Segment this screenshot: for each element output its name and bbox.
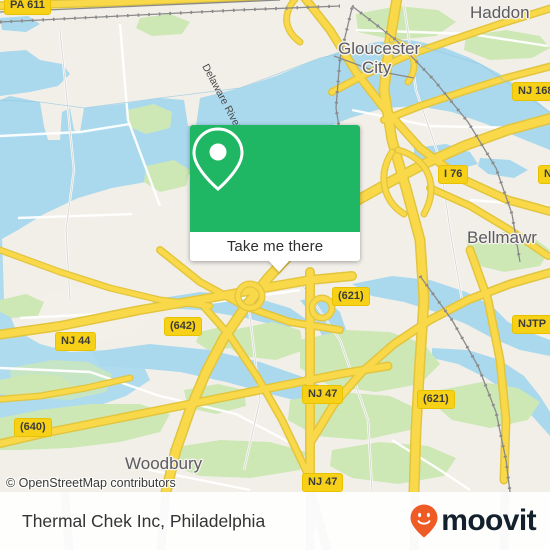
footer-bar: Thermal Chek Inc, Philadelphia moovit (0, 492, 550, 550)
location-title: Thermal Chek Inc, Philadelphia (22, 510, 266, 531)
take-me-there-label: Take me there (226, 238, 324, 255)
highway-shield-621-north: (621) (332, 287, 370, 306)
moovit-brand[interactable]: moovit (409, 503, 537, 539)
highway-shield-nj-168: NJ 168 (512, 82, 550, 101)
screenshot-root: Delaware River Haddon Gloucester City Be… (0, 0, 550, 550)
moovit-wordmark: moovit (441, 504, 536, 537)
map-attribution[interactable]: © OpenStreetMap contributors (6, 476, 176, 490)
highway-shield-nj-44: NJ 44 (55, 332, 97, 351)
footer-content: Thermal Chek Inc, Philadelphia moovit (0, 492, 550, 550)
highway-shield-621-south: (621) (417, 390, 455, 409)
location-popup-card[interactable]: Take me there (190, 125, 360, 272)
highway-shield-i-76: I 76 (438, 165, 469, 184)
map-canvas[interactable]: Delaware River Haddon Gloucester City Be… (0, 0, 550, 492)
highway-shield-nj-edge: NJ (538, 165, 550, 184)
highway-shield-nj-47-lower: NJ 47 (302, 473, 344, 492)
popup-pointer-tail (268, 260, 290, 272)
highway-shield-pa-611: PA 611 (4, 0, 51, 15)
highway-shield-642: (642) (164, 317, 202, 336)
highway-shield-nj-47-upper: NJ 47 (302, 385, 344, 404)
popup-header (190, 125, 360, 232)
moovit-smiley-pin-icon (410, 504, 438, 538)
highway-shield-640: (640) (14, 418, 52, 437)
popup-footer[interactable]: Take me there (190, 232, 360, 261)
map-pin-icon (192, 127, 244, 191)
highway-shield-njtp: NJTP (512, 315, 550, 334)
